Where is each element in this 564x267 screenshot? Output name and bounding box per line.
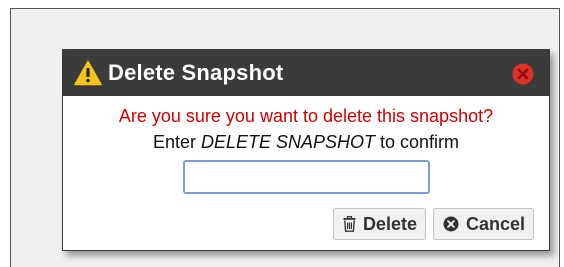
confirmation-question: Are you sure you want to delete this sna… (118, 106, 494, 126)
page-background: Delete Snapshot Are you sure you want to… (10, 8, 560, 267)
dialog-body: Are you sure you want to delete this sna… (63, 96, 549, 194)
confirmation-instruction: Enter DELETE SNAPSHOT to confirm (63, 130, 549, 154)
warning-icon (74, 60, 102, 86)
trash-icon (343, 216, 356, 232)
dialog-titlebar: Delete Snapshot (63, 50, 549, 96)
delete-button-label: Delete (362, 213, 417, 234)
cancel-icon (443, 216, 459, 232)
instruction-prefix: Enter (152, 132, 201, 152)
confirm-text-input[interactable] (182, 160, 430, 194)
dialog-actions: Delete Cancel (332, 208, 534, 240)
instruction-suffix: to confirm (375, 132, 460, 152)
dialog-title: Delete Snapshot (108, 60, 284, 85)
delete-button[interactable]: Delete (332, 208, 426, 240)
instruction-keyword: DELETE SNAPSHOT (200, 132, 376, 152)
delete-snapshot-dialog: Delete Snapshot Are you sure you want to… (62, 49, 550, 251)
cancel-button-label: Cancel (465, 213, 525, 234)
cancel-button[interactable]: Cancel (432, 208, 534, 240)
close-icon[interactable] (512, 63, 534, 85)
